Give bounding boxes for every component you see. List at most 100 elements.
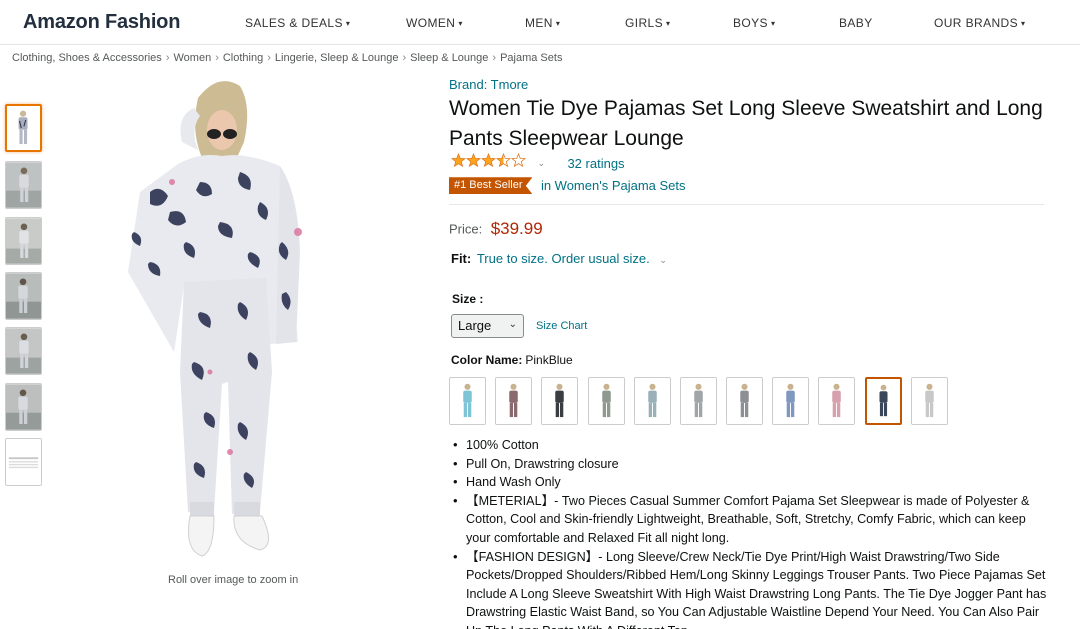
- nav-label: BOYS: [733, 16, 768, 30]
- breadcrumb-link[interactable]: Clothing: [223, 52, 263, 64]
- color-swatch-8[interactable]: [772, 377, 809, 425]
- breadcrumb-link[interactable]: Sleep & Lounge: [410, 52, 488, 64]
- brand-link[interactable]: Brand: Tmore: [449, 77, 528, 92]
- color-swatch-9[interactable]: [818, 377, 855, 425]
- model-thumbnail-image: [6, 384, 41, 430]
- zoom-hint: Roll over image to zoom in: [168, 574, 299, 586]
- model-image: [128, 81, 302, 557]
- breadcrumb-link[interactable]: Women: [173, 52, 211, 64]
- thumbnail-4[interactable]: [5, 272, 42, 320]
- thumbnail-3[interactable]: [5, 217, 42, 265]
- swatch-model-image: [819, 378, 854, 424]
- size-dropdown[interactable]: Large ⌄: [451, 314, 524, 338]
- caret-down-icon: ▾: [458, 19, 463, 28]
- color-name-label: Color Name:: [451, 353, 523, 367]
- swatch-model-image: [727, 378, 762, 424]
- size-label: Size :: [452, 292, 484, 306]
- breadcrumb-link[interactable]: Pajama Sets: [500, 52, 562, 64]
- color-name-value: PinkBlue: [525, 353, 573, 367]
- model-thumbnail-image: [6, 162, 41, 208]
- chevron-right-icon: ›: [267, 52, 271, 64]
- model-thumbnail-image: [6, 328, 41, 374]
- swatch-model-image: [912, 378, 947, 424]
- fit-row: Fit: True to size. Order usual size. ⌄: [451, 251, 667, 266]
- chevron-right-icon: ›: [215, 52, 219, 64]
- chevron-down-icon[interactable]: ⌄: [659, 255, 667, 265]
- caret-down-icon: ▾: [770, 19, 776, 28]
- color-swatch-5[interactable]: [634, 377, 671, 425]
- feature-bullet: Hand Wash Only: [449, 473, 1049, 492]
- nav-label: OUR BRANDS: [934, 16, 1019, 30]
- thumbnail-2[interactable]: [5, 161, 42, 209]
- chevron-right-icon: ›: [492, 52, 497, 64]
- swatch-model-image: [681, 378, 716, 424]
- nav-item-men[interactable]: MEN ▾: [525, 16, 560, 30]
- color-swatch-3[interactable]: [541, 377, 578, 425]
- size-chart-link[interactable]: Size Chart: [536, 320, 587, 332]
- color-swatch-1[interactable]: [449, 377, 486, 425]
- color-swatch-2[interactable]: [495, 377, 532, 425]
- color-swatch-10[interactable]: [865, 377, 902, 425]
- main-product-image[interactable]: [110, 72, 360, 567]
- nav-label: SALES & DEALS: [245, 16, 343, 30]
- size-selected-value: Large: [458, 318, 492, 333]
- nav-item-boys[interactable]: BOYS ▾: [733, 16, 775, 30]
- feature-bullet: 100% Cotton: [449, 436, 1049, 455]
- breadcrumb-link[interactable]: Lingerie, Sleep & Lounge: [275, 52, 399, 64]
- price-value: $39.99: [490, 219, 543, 238]
- color-name-row: Color Name: PinkBlue: [451, 353, 573, 367]
- color-swatch-7[interactable]: [726, 377, 763, 425]
- thumbnail-1[interactable]: [5, 104, 42, 152]
- swatch-model-image: [635, 378, 670, 424]
- breadcrumb-link[interactable]: Clothing, Shoes & Accessories: [12, 52, 162, 64]
- color-swatch-6[interactable]: [680, 377, 717, 425]
- star-rating-icon[interactable]: [450, 152, 527, 173]
- size-chart-thumbnail-image: [6, 439, 41, 485]
- model-thumbnail-image: [7, 106, 40, 150]
- color-swatch-4[interactable]: [588, 377, 625, 425]
- caret-down-icon: ▾: [345, 19, 351, 28]
- swatch-model-image: [496, 378, 531, 424]
- caret-down-icon: ▾: [666, 19, 671, 28]
- breadcrumb: Clothing, Shoes & Accessories › Women › Clot…: [12, 52, 562, 64]
- brand-logo[interactable]: Amazon Fashion: [23, 11, 180, 34]
- price-row: Price: $39.99: [449, 219, 543, 239]
- nav-label: WOMEN: [406, 16, 456, 30]
- nav-label: MEN: [525, 16, 553, 30]
- feature-bullet: 【FASHION DESIGN】- Long Sleeve/Crew Neck/…: [449, 548, 1049, 629]
- ratings-count-link[interactable]: 32 ratings: [567, 156, 624, 171]
- product-title: Women Tie Dye Pajamas Set Long Sleeve Sw…: [449, 97, 1043, 150]
- color-swatch-11[interactable]: [911, 377, 948, 425]
- model-thumbnail-image: [6, 218, 41, 264]
- chevron-right-icon: ›: [402, 52, 407, 64]
- nav-item-girls[interactable]: GIRLS ▾: [625, 16, 670, 30]
- nav-item-our-brands[interactable]: OUR BRANDS ▾: [934, 16, 1025, 30]
- rating-row: ⌄ 32 ratings: [450, 152, 625, 173]
- thumbnail-6[interactable]: [5, 383, 42, 431]
- thumbnail-5[interactable]: [5, 327, 42, 375]
- nav-item-sales-deals[interactable]: SALES & DEALS ▾: [245, 16, 350, 30]
- best-seller-category-link[interactable]: in Women's Pajama Sets: [541, 178, 686, 193]
- swatch-model-image: [542, 378, 577, 424]
- chevron-down-icon: ⌄: [508, 319, 517, 330]
- feature-bullet: Pull On, Drawstring closure: [449, 455, 1049, 474]
- nav-item-baby[interactable]: BABY: [839, 16, 873, 30]
- model-thumbnail-image: [6, 273, 41, 319]
- swatch-model-image: [773, 378, 808, 424]
- thumbnail-7-size-chart[interactable]: [5, 438, 42, 486]
- chevron-right-icon: ›: [165, 52, 170, 64]
- feature-bullets: 100% Cotton Pull On, Drawstring closure …: [449, 436, 1049, 629]
- price-label: Price:: [449, 221, 483, 237]
- nav-label: BABY: [839, 16, 873, 30]
- fit-label: Fit:: [451, 251, 472, 266]
- chevron-down-icon[interactable]: ⌄: [537, 158, 545, 169]
- swatch-model-image: [867, 379, 900, 423]
- swatch-model-image: [589, 378, 624, 424]
- best-seller-row: #1 Best Seller in Women's Pajama Sets: [449, 177, 686, 195]
- best-seller-badge[interactable]: #1 Best Seller: [449, 177, 533, 195]
- nav-label: GIRLS: [625, 16, 664, 30]
- fit-value-link[interactable]: True to size. Order usual size.: [477, 251, 650, 266]
- nav-item-women[interactable]: WOMEN ▾: [406, 16, 463, 30]
- caret-down-icon: ▾: [1021, 19, 1026, 28]
- top-nav: Amazon Fashion SALES & DEALS ▾ WOMEN ▾ MEN…: [0, 0, 1080, 45]
